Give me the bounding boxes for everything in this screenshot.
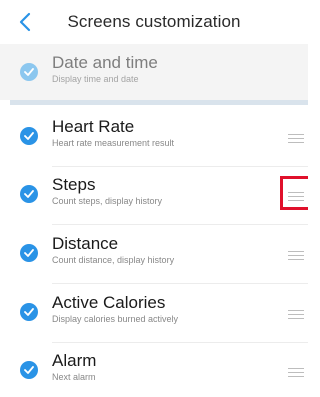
top-app-bar: Screens customization xyxy=(0,0,308,44)
checkmark-icon xyxy=(24,132,34,140)
item-subtitle: Heart rate measurement result xyxy=(52,138,175,148)
item-subtitle: Display calories burned actively xyxy=(52,314,179,324)
drag-handle-icon[interactable] xyxy=(288,368,304,377)
item-subtitle: Count steps, display history xyxy=(52,196,163,206)
list-item-steps[interactable]: Steps Count steps, display history xyxy=(0,165,308,225)
item-label: Steps xyxy=(52,175,96,194)
drag-handle-icon[interactable] xyxy=(288,310,304,319)
checkbox-steps[interactable] xyxy=(20,185,38,203)
checkbox-date-and-time[interactable] xyxy=(20,63,38,81)
list-item-distance[interactable]: Distance Count distance, display history xyxy=(0,224,308,284)
list-item-active-calories[interactable]: Active Calories Display calories burned … xyxy=(0,283,308,343)
highlight-annotation-box xyxy=(280,176,308,210)
item-label: Distance xyxy=(52,234,119,253)
section-divider xyxy=(10,100,308,105)
item-subtitle: Display time and date xyxy=(52,74,139,84)
page-title: Screens customization xyxy=(67,12,241,31)
checkmark-icon xyxy=(24,308,34,316)
checkmark-icon xyxy=(24,366,34,374)
item-subtitle: Next alarm xyxy=(52,372,96,382)
list-item-date-and-time[interactable]: Date and time Display time and date xyxy=(0,44,308,100)
list-item-heart-rate[interactable]: Heart Rate Heart rate measurement result xyxy=(0,107,308,167)
list-item-alarm[interactable]: Alarm Next alarm xyxy=(0,341,308,397)
checkmark-icon xyxy=(24,249,34,257)
checkbox-alarm[interactable] xyxy=(20,361,38,379)
item-label: Heart Rate xyxy=(52,117,135,136)
item-subtitle: Count distance, display history xyxy=(52,255,175,265)
drag-handle-icon[interactable] xyxy=(288,251,304,260)
checkmark-icon xyxy=(24,68,34,76)
checkbox-distance[interactable] xyxy=(20,244,38,262)
fixed-screen-section: Date and time Display time and date xyxy=(0,44,308,100)
checkbox-active-calories[interactable] xyxy=(20,303,38,321)
checkmark-icon xyxy=(24,190,34,198)
item-label: Date and time xyxy=(52,53,158,72)
item-label: Active Calories xyxy=(52,293,166,312)
item-label: Alarm xyxy=(52,351,97,370)
checkbox-heart-rate[interactable] xyxy=(20,127,38,145)
drag-handle-icon[interactable] xyxy=(288,134,304,143)
